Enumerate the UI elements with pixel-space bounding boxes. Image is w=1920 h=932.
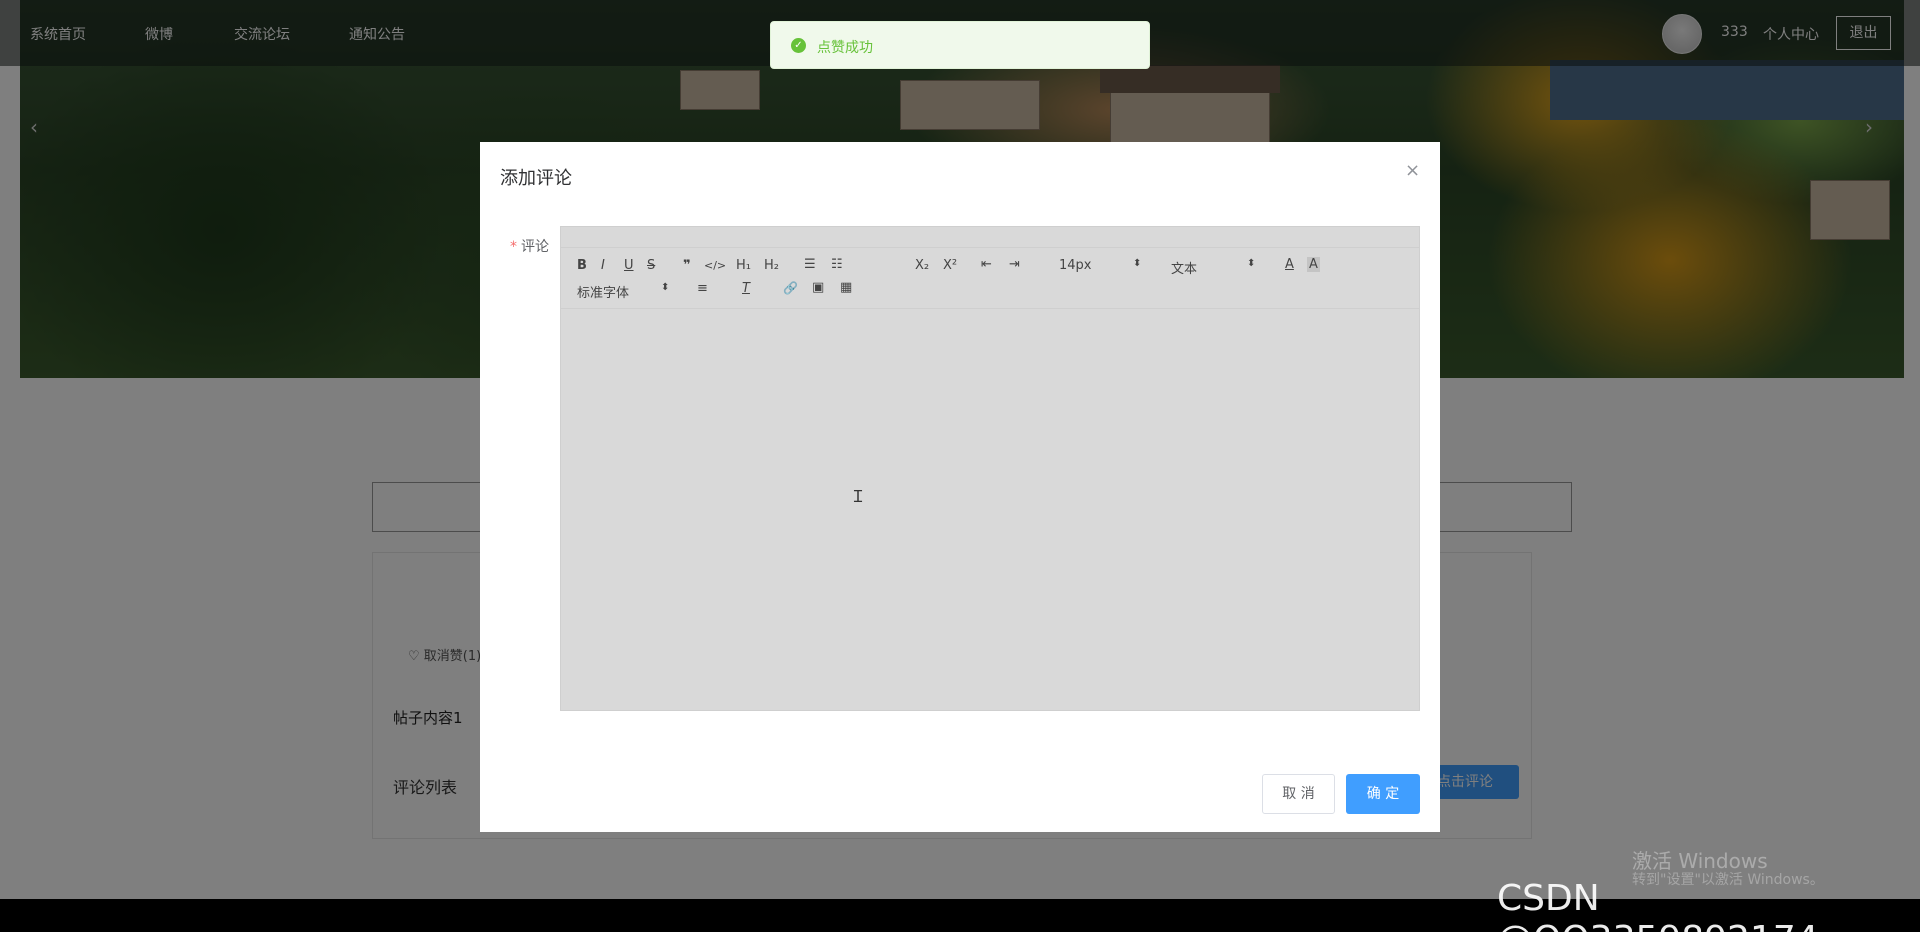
- header-value: 文本: [1171, 262, 1198, 277]
- clean-format-icon[interactable]: T: [742, 281, 750, 296]
- cancel-button[interactable]: 取 消: [1262, 774, 1335, 814]
- comment-label-text: 评论: [521, 239, 549, 255]
- ordered-list-icon[interactable]: ☰: [804, 257, 816, 272]
- success-toast: ✓ 点赞成功: [770, 21, 1150, 69]
- h2-button[interactable]: H₂: [764, 258, 779, 273]
- editor-toolbar: B I U S ❞ </> H₁ H₂ ☰ ☷ X₂ X² ⇤ ⇥ 14px ⬍…: [561, 247, 1419, 309]
- outdent-icon[interactable]: ⇤: [981, 257, 992, 272]
- editor-content-area[interactable]: [561, 311, 1419, 710]
- code-icon[interactable]: </>: [704, 259, 726, 272]
- header-select[interactable]: 文本 ⬍: [1171, 258, 1257, 277]
- h1-button[interactable]: H₁: [736, 258, 751, 273]
- align-icon[interactable]: ≡: [697, 281, 708, 296]
- subscript-button[interactable]: X₂: [915, 258, 929, 273]
- superscript-button[interactable]: X²: [943, 258, 957, 273]
- italic-button[interactable]: I: [601, 258, 605, 273]
- quote-icon[interactable]: ❞: [683, 258, 691, 273]
- link-icon[interactable]: 🔗: [783, 281, 798, 295]
- confirm-button[interactable]: 确 定: [1346, 774, 1420, 814]
- font-size-value: 14px: [1059, 258, 1092, 273]
- select-caret-icon: ⬍: [1133, 258, 1142, 269]
- check-circle-icon: ✓: [791, 38, 806, 53]
- csdn-watermark: CSDN @QQ3359892174: [1497, 878, 1819, 932]
- text-cursor-icon: Ｉ: [850, 487, 867, 506]
- font-family-select[interactable]: 标准字体 ⬍: [577, 282, 673, 301]
- rich-text-editor: B I U S ❞ </> H₁ H₂ ☰ ☷ X₂ X² ⇤ ⇥ 14px ⬍…: [560, 226, 1420, 711]
- toast-message: 点赞成功: [817, 40, 873, 56]
- font-size-select[interactable]: 14px ⬍: [1059, 258, 1145, 273]
- image-icon[interactable]: ▣: [812, 280, 824, 295]
- close-icon[interactable]: ×: [1405, 160, 1420, 181]
- video-icon[interactable]: ▦: [840, 280, 852, 295]
- select-caret-icon: ⬍: [661, 282, 670, 293]
- bullet-list-icon[interactable]: ☷: [831, 257, 843, 272]
- strike-button[interactable]: S: [647, 258, 655, 273]
- font-family-value: 标准字体: [577, 286, 630, 301]
- background-color-icon[interactable]: A: [1307, 257, 1320, 272]
- dialog-title: 添加评论: [500, 168, 572, 189]
- select-caret-icon: ⬍: [1247, 258, 1256, 269]
- add-comment-dialog: 添加评论 × * 评论 B I U S ❞ </> H₁ H₂ ☰ ☷ X₂ X²…: [480, 142, 1440, 832]
- underline-button[interactable]: U: [624, 258, 634, 273]
- bold-button[interactable]: B: [577, 258, 587, 273]
- indent-icon[interactable]: ⇥: [1009, 257, 1020, 272]
- font-color-icon[interactable]: A: [1285, 257, 1294, 272]
- comment-label: * 评论: [510, 239, 549, 255]
